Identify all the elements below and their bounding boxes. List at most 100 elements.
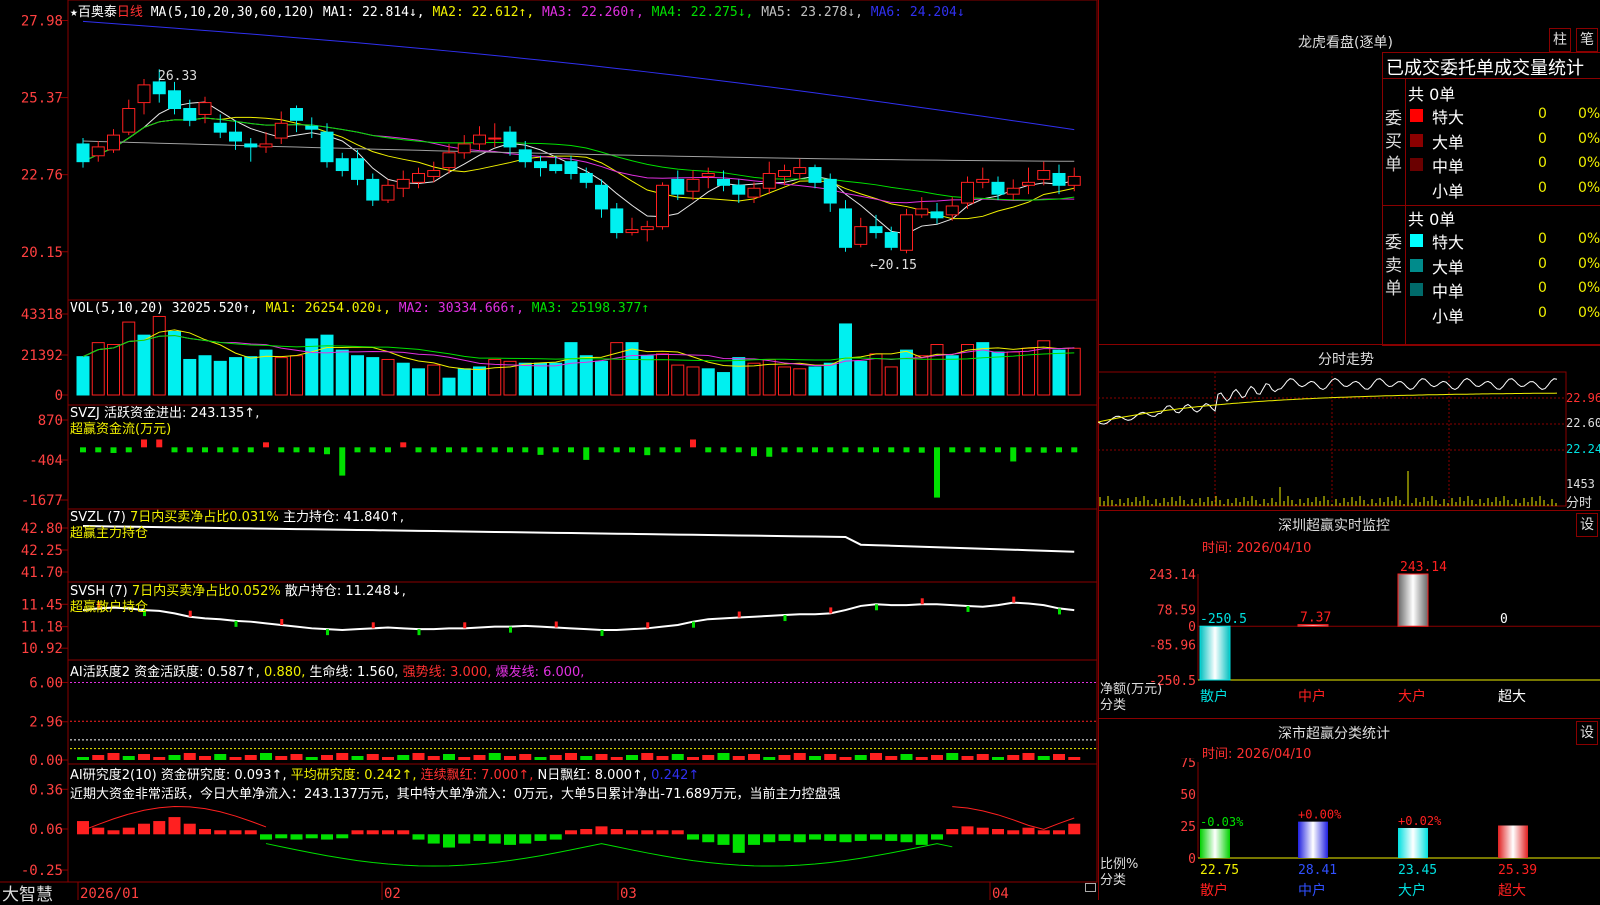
activity-bar <box>92 755 105 760</box>
sell-order-percent: 0% <box>1578 255 1600 272</box>
svzj-panel[interactable] <box>80 439 1078 498</box>
volume-bar <box>335 349 349 396</box>
research-bar <box>626 830 638 835</box>
volume-bar <box>412 368 425 396</box>
candle-body <box>854 226 868 245</box>
candle-body <box>915 208 929 216</box>
candle-body <box>671 178 685 195</box>
research-bar <box>473 834 486 841</box>
activity-bar <box>610 757 623 760</box>
research-bar <box>534 834 547 841</box>
class-category-label: 超大 <box>1498 883 1526 899</box>
fund-flow-bar <box>583 447 590 460</box>
bar-view-button[interactable]: 柱 <box>1549 28 1571 52</box>
table-divider <box>1405 78 1406 344</box>
tick-view-button[interactable]: 笔 <box>1576 28 1598 52</box>
sell-order-percent: 0% <box>1578 280 1600 296</box>
research-bar <box>610 829 623 835</box>
sz-monitor-settings-button[interactable]: 设 <box>1576 513 1598 537</box>
monitor-category-label: 中户 <box>1298 688 1326 705</box>
candle-body <box>412 172 425 183</box>
volume-bar <box>717 372 730 396</box>
buy-order-percent: 0% <box>1578 130 1600 147</box>
activity-bar <box>321 755 333 760</box>
ai-active-def: AI活跃度2 <box>70 665 130 680</box>
fund-flow-bar <box>461 447 468 453</box>
activity-bar <box>427 756 440 760</box>
ai-active-panel[interactable] <box>70 681 1096 760</box>
research-bar <box>1053 830 1065 835</box>
ma1-value: MA1: 22.814↓, <box>322 5 425 20</box>
main-chart-area[interactable]: 26.33 ←20.15 27.98 25.37 22.76 20.15 43318 213… <box>0 0 1098 900</box>
activity-bar <box>214 754 227 760</box>
period-label[interactable]: 日线 <box>117 5 143 20</box>
y-tick-label: 20.15 <box>21 245 63 261</box>
star-icon[interactable]: ★ <box>70 5 78 20</box>
y-tick-label: 21392 <box>21 348 63 364</box>
candle-body <box>274 122 288 139</box>
volume-bar <box>778 366 791 396</box>
sell-order-row: 特大 0 0% <box>1408 229 1600 252</box>
candle-body <box>686 178 700 192</box>
volume-bar <box>991 351 1005 396</box>
candle-body <box>534 161 547 169</box>
class-category-label: 大户 <box>1398 882 1426 899</box>
activity-bar <box>397 755 410 760</box>
fund-flow-bar <box>1071 447 1078 453</box>
research-bar <box>961 826 974 835</box>
longhu-title: 龙虎看盘(逐单) <box>1298 35 1393 51</box>
lock-icon[interactable] <box>1085 883 1096 892</box>
kline-panel[interactable]: 26.33 ←20.15 <box>76 20 1081 273</box>
retail-change-tick <box>692 621 695 628</box>
fund-flow-bar <box>812 447 818 453</box>
research-bar <box>275 834 288 839</box>
ma-line-4 <box>82 117 1075 201</box>
research-bar <box>366 830 379 835</box>
research-bar <box>458 834 471 844</box>
sz-class-chart[interactable]: 75 50 25 0 -0.03% 22.75 散户 +0.00% 28.41 中户 +0.02% 2… <box>1098 758 1600 900</box>
fund-flow-bar <box>751 447 757 457</box>
intraday-tick-high: 22.96 <box>1566 391 1600 405</box>
activity-bar <box>107 753 120 760</box>
research-bar <box>168 817 181 835</box>
sell-order-color-swatch <box>1410 234 1423 247</box>
svsh-value: 散户持仓: 11.248↓, <box>284 584 406 599</box>
research-bar <box>443 834 455 848</box>
vol-ma2: MA2: 30334.666↑, <box>398 301 524 316</box>
activity-bar <box>992 757 1004 760</box>
candle-body <box>610 208 624 234</box>
fund-flow-bar <box>766 447 773 457</box>
buy-order-color-swatch <box>1410 158 1423 171</box>
candle-body <box>381 184 395 201</box>
activity-bar <box>122 756 135 760</box>
candle-body <box>335 158 349 172</box>
volume-panel[interactable] <box>76 315 1081 396</box>
volume-bar <box>244 356 258 396</box>
candle-body <box>976 178 990 183</box>
fund-flow-bar <box>979 447 986 453</box>
y-tick-label: -0.25 <box>21 863 63 879</box>
fund-flow-bar <box>857 447 864 453</box>
sell-order-type-label: 大单 <box>1432 257 1465 277</box>
sz-monitor-chart[interactable]: 243.1478.590-85.96-250.5-250.5散户7.37中户24… <box>1098 556 1600 716</box>
research-bar <box>946 829 959 835</box>
class-y-tick-label: 75 <box>1180 758 1196 771</box>
ma5-value: MA5: 23.278↓, <box>761 5 863 20</box>
research-bar <box>504 834 516 845</box>
fund-flow-bar <box>385 447 391 453</box>
volume-bar <box>366 357 380 396</box>
candle-body <box>747 187 761 198</box>
intraday-chart[interactable] <box>1098 370 1600 510</box>
vol-legend: VOL(5,10,20) 32025.520↑, MA1: 26254.020↓… <box>70 301 649 316</box>
retail-change-tick <box>1012 596 1016 603</box>
volume-bar <box>1006 351 1020 396</box>
volume-bar <box>793 368 807 396</box>
buy-order-count: 0 <box>1538 130 1547 147</box>
research-bar <box>488 834 501 844</box>
volume-bar <box>686 366 700 396</box>
candle-body <box>168 90 181 110</box>
sz-class-settings-button[interactable]: 设 <box>1576 721 1598 745</box>
volume-bar <box>457 368 471 396</box>
ai-research-panel[interactable] <box>77 806 1081 867</box>
buy-order-percent: 0% <box>1578 179 1600 196</box>
